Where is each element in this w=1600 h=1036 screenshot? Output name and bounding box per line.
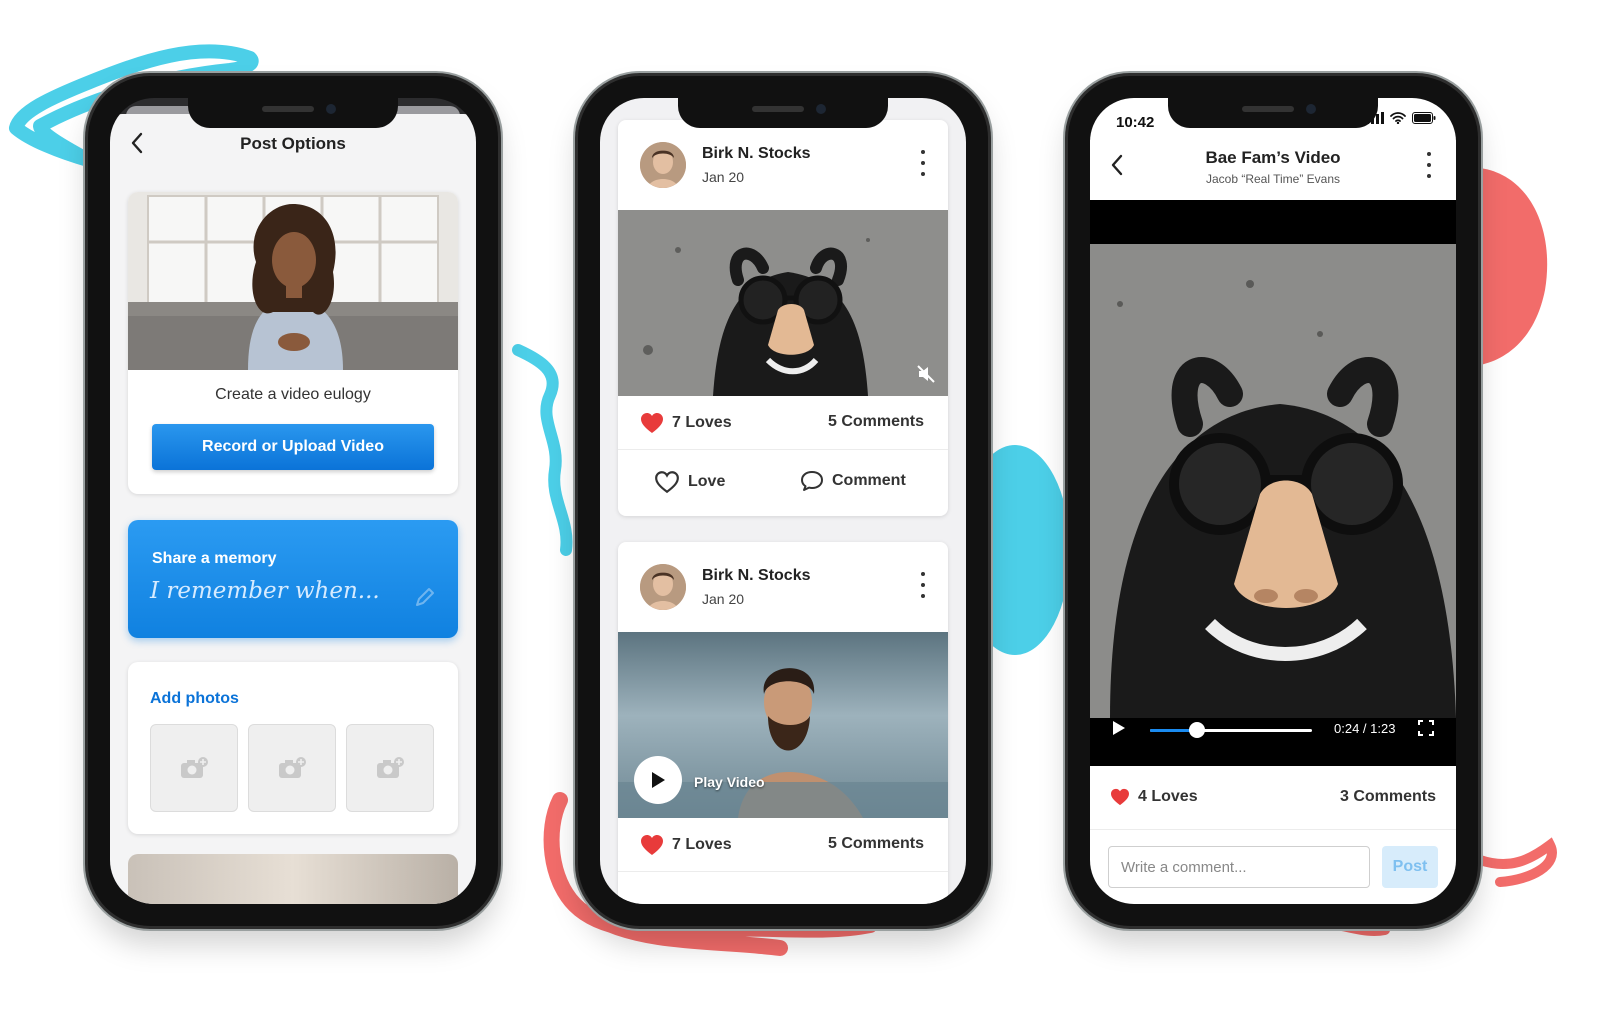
progress-bar[interactable] bbox=[1150, 722, 1312, 738]
avatar[interactable] bbox=[640, 564, 686, 610]
pencil-icon bbox=[416, 588, 434, 606]
post-date: Jan 20 bbox=[702, 591, 745, 607]
loves-label: 7 Loves bbox=[672, 836, 732, 853]
add-camera-icon bbox=[181, 757, 208, 778]
share-memory-title: Share a memory bbox=[152, 550, 277, 567]
phone-screen: 10:42 Bae Fam’s Video Jacob “Real Time” … bbox=[1090, 98, 1456, 904]
comment-label: Comment bbox=[832, 472, 906, 489]
phone-notch bbox=[188, 98, 398, 128]
play-icon bbox=[652, 772, 665, 788]
photo-slot[interactable] bbox=[346, 724, 434, 812]
post-video[interactable]: Play Video bbox=[618, 632, 948, 818]
dog-with-glasses-image bbox=[618, 210, 948, 396]
comment-button[interactable]: Comment bbox=[800, 470, 906, 492]
eulogy-description: Create a video eulogy bbox=[215, 386, 371, 403]
video-author: Jacob “Real Time” Evans bbox=[1205, 172, 1341, 186]
eulogy-photo bbox=[128, 192, 458, 370]
avatar[interactable] bbox=[640, 142, 686, 188]
video-player[interactable]: 0:24 / 1:23 bbox=[1090, 200, 1456, 766]
post-date: Jan 20 bbox=[702, 169, 745, 185]
share-memory-card[interactable]: Share a memory I remember when... bbox=[128, 520, 458, 638]
player-controls: 0:24 / 1:23 bbox=[1090, 712, 1456, 748]
more-options-button[interactable] bbox=[916, 572, 930, 598]
phone-notch bbox=[678, 98, 888, 128]
phone-screen: Post Options Create a video eulogy Recor… bbox=[110, 98, 476, 904]
play-video-label[interactable]: Play Video bbox=[694, 774, 765, 790]
video-title: Bae Fam’s Video bbox=[1205, 148, 1341, 167]
post-header: Birk N. Stocks Jan 20 bbox=[618, 120, 948, 210]
more-options-button[interactable] bbox=[1422, 152, 1436, 178]
back-button[interactable] bbox=[122, 128, 152, 158]
coral-blob-right bbox=[1480, 168, 1548, 365]
phone-video-detail: 10:42 Bae Fam’s Video Jacob “Real Time” … bbox=[1068, 76, 1478, 926]
add-camera-icon bbox=[279, 757, 306, 778]
progress-handle[interactable] bbox=[1188, 722, 1205, 738]
add-photos-title: Add photos bbox=[150, 690, 239, 707]
phone-screen: Birk N. Stocks Jan 20 7 Loves 5 Comments… bbox=[600, 98, 966, 904]
add-photos-card: Add photos bbox=[128, 662, 458, 834]
heart-filled-icon bbox=[641, 413, 663, 433]
heart-filled-icon bbox=[641, 835, 663, 855]
video-frame bbox=[1090, 244, 1456, 718]
post-header: Birk N. Stocks Jan 20 bbox=[618, 542, 948, 632]
post-stats: 7 Loves 5 Comments bbox=[618, 396, 948, 450]
photo-slot[interactable] bbox=[150, 724, 238, 812]
post-comment-button[interactable]: Post bbox=[1382, 846, 1438, 888]
play-icon[interactable] bbox=[1112, 720, 1126, 736]
post-stats: 7 Loves 5 Comments bbox=[618, 818, 948, 872]
playback-time: 0:24 / 1:23 bbox=[1334, 721, 1396, 736]
comment-input[interactable] bbox=[1108, 846, 1370, 888]
comments-count[interactable]: 5 Comments bbox=[828, 413, 924, 431]
video-stats: 4 Loves 3 Comments bbox=[1090, 766, 1456, 830]
post-options-sheet: Post Options Create a video eulogy Recor… bbox=[110, 114, 476, 904]
feed-post: Birk N. Stocks Jan 20 Play Video 7 Loves… bbox=[618, 542, 948, 904]
post-author[interactable]: Birk N. Stocks bbox=[702, 145, 810, 163]
play-button[interactable] bbox=[634, 756, 682, 804]
heart-filled-icon bbox=[1111, 788, 1129, 806]
woman-on-couch-image bbox=[128, 192, 458, 370]
dog-with-glasses-closeup-image bbox=[1090, 244, 1456, 718]
comments-count[interactable]: 3 Comments bbox=[1340, 788, 1436, 806]
page-title: Post Options bbox=[240, 134, 346, 153]
record-upload-button[interactable]: Record or Upload Video bbox=[152, 424, 434, 470]
loves-label: 7 Loves bbox=[672, 414, 732, 431]
next-card-preview bbox=[128, 854, 458, 904]
post-video[interactable] bbox=[618, 210, 948, 396]
add-camera-icon bbox=[377, 757, 404, 778]
phone-feed: Birk N. Stocks Jan 20 7 Loves 5 Comments… bbox=[578, 76, 988, 926]
loves-count[interactable]: 7 Loves bbox=[640, 834, 732, 856]
post-author[interactable]: Birk N. Stocks bbox=[702, 567, 810, 585]
post-actions: Love Comment bbox=[618, 450, 948, 514]
wifi-icon bbox=[1390, 112, 1406, 124]
loves-count[interactable]: 4 Loves bbox=[1110, 788, 1198, 806]
phone-post-options: Post Options Create a video eulogy Recor… bbox=[88, 76, 498, 926]
love-label: Love bbox=[688, 473, 726, 490]
photo-slot[interactable] bbox=[248, 724, 336, 812]
video-header: Bae Fam’s Video Jacob “Real Time” Evans bbox=[1090, 140, 1456, 200]
comments-count[interactable]: 5 Comments bbox=[828, 835, 924, 853]
loves-label: 4 Loves bbox=[1138, 788, 1198, 805]
mute-icon[interactable] bbox=[916, 364, 936, 384]
memory-input[interactable]: I remember when... bbox=[150, 578, 380, 604]
chevron-left-icon bbox=[131, 132, 143, 154]
loves-count[interactable]: 7 Loves bbox=[640, 412, 732, 434]
love-button[interactable]: Love bbox=[654, 470, 725, 494]
phone-notch bbox=[1168, 98, 1378, 128]
more-options-button[interactable] bbox=[916, 150, 930, 176]
battery-icon bbox=[1412, 112, 1436, 124]
feed-post: Birk N. Stocks Jan 20 7 Loves 5 Comments… bbox=[618, 120, 948, 516]
video-eulogy-card: Create a video eulogy Record or Upload V… bbox=[128, 192, 458, 494]
fullscreen-icon[interactable] bbox=[1418, 720, 1434, 736]
heart-outline-icon bbox=[655, 471, 679, 494]
status-time: 10:42 bbox=[1116, 114, 1155, 131]
cyan-scribble-middle bbox=[512, 344, 573, 556]
comment-bubble-icon bbox=[801, 471, 823, 491]
